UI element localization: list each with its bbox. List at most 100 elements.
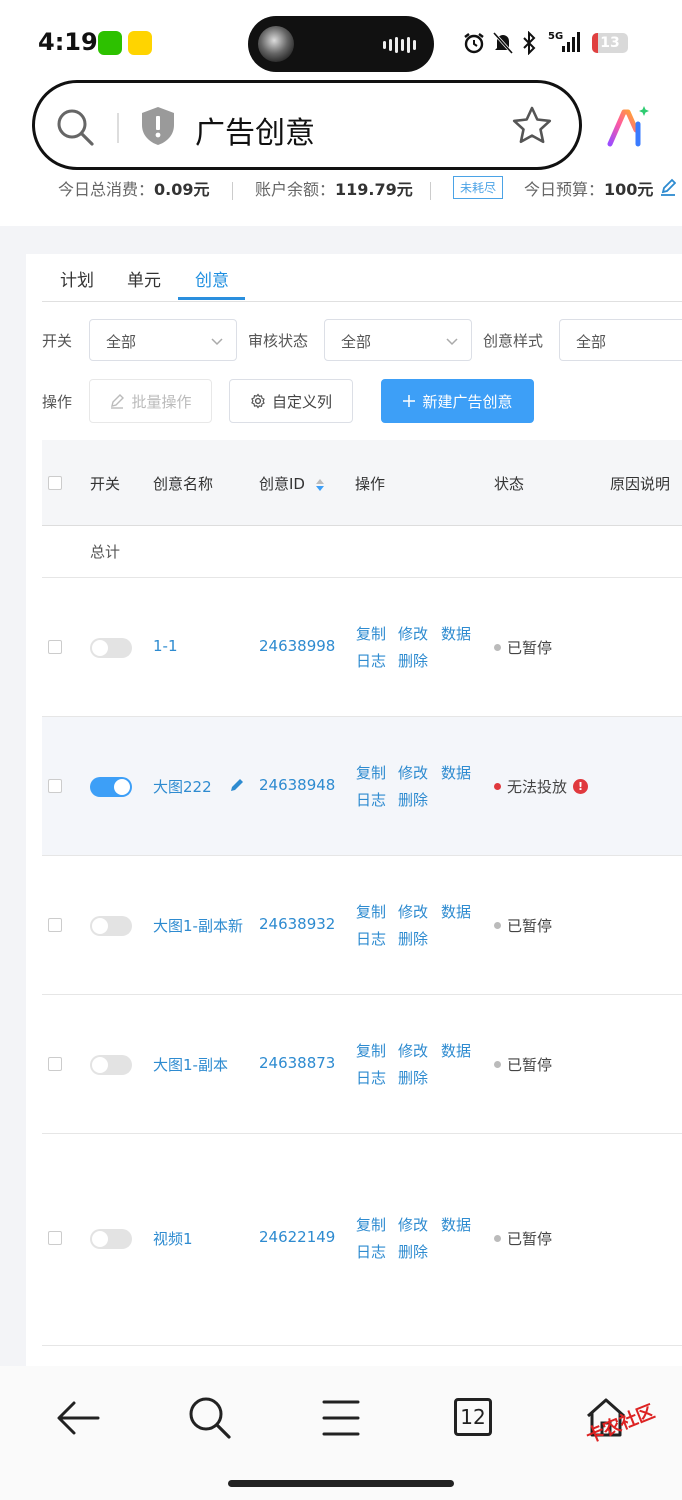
shield-warning-icon[interactable] <box>139 105 177 147</box>
table-row: 1-1 24638998 复制 修改 数据 日志 删除 已暂停 <box>42 578 682 717</box>
edit-name-icon[interactable] <box>229 777 245 793</box>
tab-unit[interactable]: 单元 <box>127 266 161 291</box>
log-link[interactable]: 日志 <box>356 1241 386 1262</box>
log-link[interactable]: 日志 <box>356 789 386 810</box>
log-link[interactable]: 日志 <box>356 650 386 671</box>
delete-link[interactable]: 删除 <box>398 1241 428 1262</box>
row-switch-toggle[interactable] <box>90 638 132 658</box>
style-filter-select[interactable]: 全部 <box>559 319 682 361</box>
delete-link[interactable]: 删除 <box>398 650 428 671</box>
dynamic-island[interactable] <box>248 16 434 72</box>
row-switch-toggle[interactable] <box>90 916 132 936</box>
table-row: 大图1-副本新 24638932 复制 修改 数据 日志 删除 已暂停 <box>42 856 682 995</box>
bluetooth-icon <box>523 31 536 55</box>
edit-link[interactable]: 修改 <box>398 901 428 922</box>
row-checkbox[interactable] <box>48 1231 62 1245</box>
header-id[interactable]: 创意ID <box>259 473 326 494</box>
creative-id-link[interactable]: 24638998 <box>259 637 335 655</box>
creative-id-link[interactable]: 24622149 <box>259 1228 335 1246</box>
delete-link[interactable]: 删除 <box>398 789 428 810</box>
sort-icon[interactable] <box>314 477 326 493</box>
tabs-count-button[interactable]: 12 <box>454 1398 492 1436</box>
home-indicator[interactable] <box>228 1480 454 1487</box>
data-link[interactable]: 数据 <box>441 762 471 783</box>
custom-columns-button[interactable]: 自定义列 <box>229 379 353 423</box>
review-filter-select[interactable]: 全部 <box>324 319 472 361</box>
tab-creative[interactable]: 创意 <box>195 266 229 291</box>
total-label: 总计 <box>90 543 121 561</box>
edit-link[interactable]: 修改 <box>398 623 428 644</box>
delete-link[interactable]: 删除 <box>398 1067 428 1088</box>
status-dot <box>494 1061 501 1068</box>
active-tab-indicator <box>178 297 245 300</box>
data-link[interactable]: 数据 <box>441 623 471 644</box>
edit-link[interactable]: 修改 <box>398 1214 428 1235</box>
search-bar[interactable]: 广告创意 <box>32 80 582 170</box>
switch-filter-label: 开关 <box>42 332 73 350</box>
search-icon[interactable] <box>55 107 95 147</box>
copy-link[interactable]: 复制 <box>356 1214 386 1235</box>
ai-assistant-icon[interactable] <box>606 104 652 150</box>
creative-name-link[interactable]: 大图222 <box>153 776 212 797</box>
header-status: 状态 <box>494 475 525 493</box>
edit-budget-icon[interactable] <box>660 178 676 196</box>
row-switch-toggle[interactable] <box>90 1229 132 1249</box>
star-icon[interactable] <box>511 105 553 147</box>
budget-label: 今日预算： <box>524 180 605 199</box>
creative-name-link[interactable]: 大图1-副本新 <box>153 915 243 936</box>
status-cell: 已暂停 <box>494 637 552 658</box>
table-row: 视频1 24622149 复制 修改 数据 日志 删除 已暂停 <box>42 1134 682 1346</box>
row-checkbox[interactable] <box>48 1057 62 1071</box>
header-actions: 操作 <box>355 475 386 493</box>
edit-link[interactable]: 修改 <box>398 762 428 783</box>
edit-link[interactable]: 修改 <box>398 1040 428 1061</box>
search-icon[interactable] <box>186 1394 234 1442</box>
copy-link[interactable]: 复制 <box>356 901 386 922</box>
status-cell: 已暂停 <box>494 1054 552 1075</box>
row-checkbox[interactable] <box>48 640 62 654</box>
back-arrow-icon[interactable] <box>54 1394 102 1442</box>
data-link[interactable]: 数据 <box>441 1040 471 1061</box>
copy-link[interactable]: 复制 <box>356 762 386 783</box>
creative-name-link[interactable]: 1-1 <box>153 637 178 655</box>
alarm-icon <box>464 33 484 54</box>
tab-plan[interactable]: 计划 <box>60 266 94 291</box>
row-switch-toggle[interactable] <box>90 1055 132 1075</box>
creative-name-link[interactable]: 大图1-副本 <box>153 1054 228 1075</box>
creative-id-link[interactable]: 24638948 <box>259 776 335 794</box>
switch-filter-select[interactable]: 全部 <box>89 319 237 361</box>
clock: 4:19 <box>38 28 98 56</box>
log-link[interactable]: 日志 <box>356 928 386 949</box>
status-text: 已暂停 <box>507 917 553 935</box>
row-switch-toggle[interactable] <box>90 777 132 797</box>
table-row: 大图1-副本 24638873 复制 修改 数据 日志 删除 已暂停 <box>42 995 682 1134</box>
battery-icon: 13 <box>592 33 628 53</box>
status-dot <box>494 644 501 651</box>
row-checkbox[interactable] <box>48 918 62 932</box>
menu-icon[interactable] <box>317 1394 365 1442</box>
style-filter-label: 创意样式 <box>483 332 544 350</box>
switch-filter-value: 全部 <box>106 333 137 351</box>
chevron-down-icon <box>446 338 458 346</box>
row-checkbox[interactable] <box>48 779 62 793</box>
new-creative-button[interactable]: 新建广告创意 <box>381 379 534 423</box>
creative-id-link[interactable]: 24638873 <box>259 1054 335 1072</box>
custom-columns-label: 自定义列 <box>271 392 332 411</box>
signal-5g-icon: 5G <box>548 31 580 52</box>
data-link[interactable]: 数据 <box>441 901 471 922</box>
select-all-checkbox[interactable] <box>48 476 62 490</box>
batch-operation-button[interactable]: 批量操作 <box>89 379 212 423</box>
budget-value: 100元 <box>604 180 654 199</box>
header-name: 创意名称 <box>153 475 214 493</box>
copy-link[interactable]: 复制 <box>356 1040 386 1061</box>
data-link[interactable]: 数据 <box>441 1214 471 1235</box>
copy-link[interactable]: 复制 <box>356 623 386 644</box>
status-cell: 已暂停 <box>494 1228 552 1249</box>
status-text: 已暂停 <box>507 639 553 657</box>
creative-name-link[interactable]: 视频1 <box>153 1228 193 1249</box>
log-link[interactable]: 日志 <box>356 1067 386 1088</box>
delete-link[interactable]: 删除 <box>398 928 428 949</box>
error-info-icon[interactable]: ! <box>573 779 589 794</box>
status-dot <box>494 783 501 790</box>
creative-id-link[interactable]: 24638932 <box>259 915 335 933</box>
